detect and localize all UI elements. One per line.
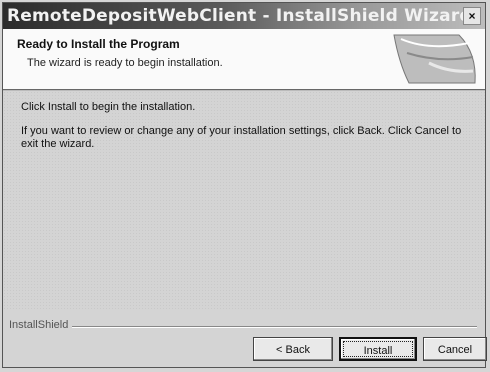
installshield-brand-label: InstallShield xyxy=(9,319,73,331)
brand-separator: InstallShield xyxy=(3,319,485,333)
wizard-content: Click Install to begin the installation.… xyxy=(3,91,485,311)
close-button[interactable]: × xyxy=(463,7,481,25)
title-bar[interactable]: RemoteDepositWebClient - InstallShield W… xyxy=(3,3,485,29)
instruction-text: Click Install to begin the installation. xyxy=(21,101,196,113)
installshield-logo-graphic xyxy=(393,34,476,84)
page-title: Ready to Install the Program xyxy=(17,37,180,51)
back-button[interactable]: < Back xyxy=(253,337,333,361)
installer-window: RemoteDepositWebClient - InstallShield W… xyxy=(2,2,487,368)
wizard-header: Ready to Install the Program The wizard … xyxy=(3,29,485,91)
close-icon: × xyxy=(468,9,476,23)
window-title: RemoteDepositWebClient - InstallShield W… xyxy=(7,6,472,26)
review-text: If you want to review or change any of y… xyxy=(21,125,462,150)
separator-line xyxy=(63,326,477,328)
page-subtitle: The wizard is ready to begin installatio… xyxy=(27,57,223,69)
install-button[interactable]: Install xyxy=(339,337,417,361)
cancel-button[interactable]: Cancel xyxy=(423,337,487,361)
